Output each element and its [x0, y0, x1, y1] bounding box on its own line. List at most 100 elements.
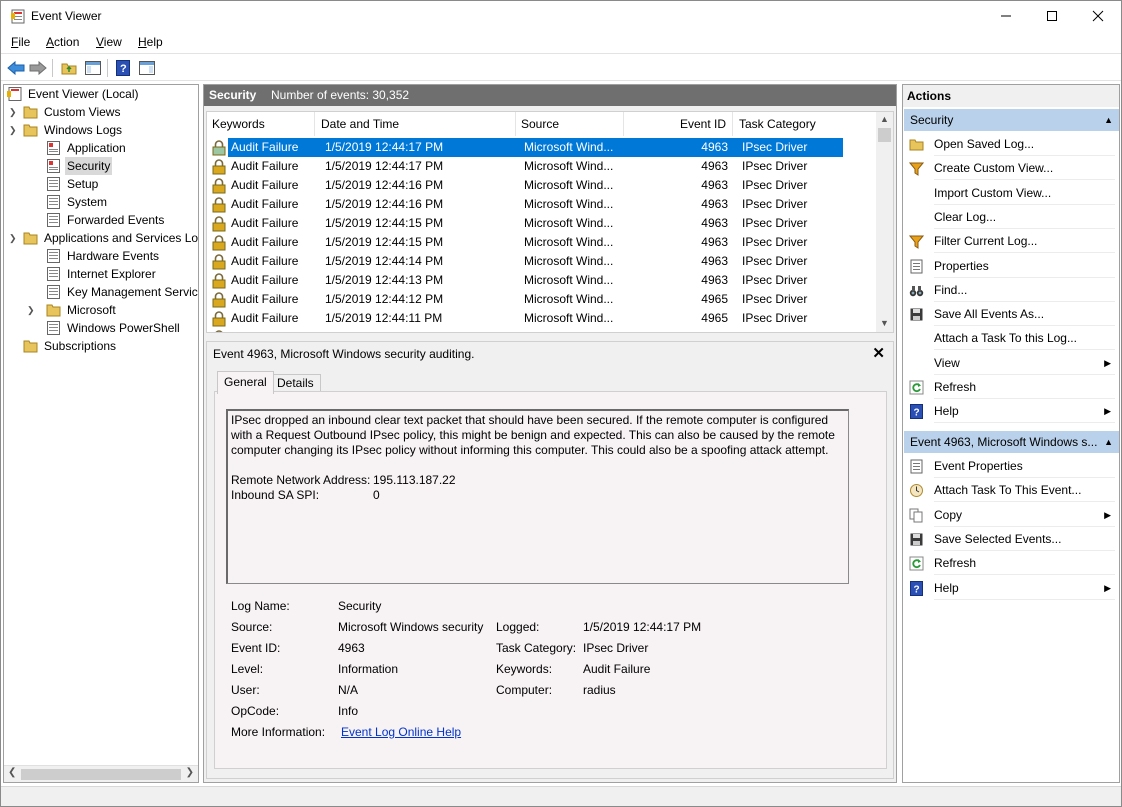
- table-row[interactable]: Audit Failure 1/5/2019 12:44:17 PM Microso…: [207, 157, 877, 176]
- help-button[interactable]: ?: [113, 58, 133, 78]
- inbound-spi-value: 0: [373, 488, 380, 502]
- action-attach-a-task-to-this-log[interactable]: Attach a Task To this Log...: [903, 326, 1119, 351]
- log-icon: [47, 141, 60, 155]
- cell-task: IPsec Driver: [742, 235, 808, 249]
- event-action-help[interactable]: ? Help ▶: [903, 576, 1119, 600]
- chevron-right-icon[interactable]: ❯: [27, 301, 35, 319]
- chevron-right-icon[interactable]: ❯: [9, 103, 17, 121]
- up-button[interactable]: [59, 58, 79, 78]
- scrollbar-thumb[interactable]: [21, 769, 181, 780]
- maximize-button[interactable]: [1029, 1, 1075, 31]
- open-folder-icon: [61, 63, 77, 75]
- action-help[interactable]: ? Help ▶: [903, 399, 1119, 424]
- show-hide-tree-button[interactable]: [83, 58, 103, 78]
- remote-address-value: 195.113.187.22: [373, 473, 456, 487]
- table-row[interactable]: Audit Failure 1/5/2019 12:44:16 PM Microso…: [207, 176, 877, 195]
- log-name-label: Log Name:: [231, 599, 290, 613]
- chevron-down-icon[interactable]: ❯: [9, 121, 17, 139]
- action-filter-current-log[interactable]: Filter Current Log...: [903, 229, 1119, 254]
- back-button[interactable]: [6, 58, 26, 78]
- tab-general[interactable]: General: [217, 371, 274, 394]
- table-row[interactable]: Audit Failure 1/5/2019 12:44:11 PM Microso…: [207, 309, 877, 328]
- event-log-online-help-link[interactable]: Event Log Online Help: [341, 725, 461, 739]
- collapse-up-icon[interactable]: ▲: [1104, 431, 1113, 453]
- scroll-down-icon[interactable]: ▼: [880, 318, 889, 328]
- tree-label: Security: [65, 157, 113, 175]
- event-action-copy[interactable]: Copy ▶: [903, 503, 1119, 527]
- column-header-date-time[interactable]: Date and Time: [315, 112, 516, 136]
- audit-failure-lock-icon: [212, 159, 226, 175]
- forward-button[interactable]: [28, 58, 48, 78]
- table-row[interactable]: Audit Failure 1/5/2019 12:44:10 PM Microso…: [207, 328, 877, 332]
- tree-label: Custom Views: [44, 105, 121, 119]
- table-row[interactable]: Audit Failure 1/5/2019 12:44:15 PM Microso…: [207, 214, 877, 233]
- menu-help[interactable]: Help: [138, 35, 163, 49]
- chevron-down-icon[interactable]: ❯: [9, 229, 17, 247]
- action-find[interactable]: Find...: [903, 278, 1119, 302]
- action-create-custom-view[interactable]: Create Custom View...: [903, 156, 1119, 181]
- action-save-all-events-as[interactable]: Save All Events As...: [903, 302, 1119, 327]
- scroll-left-icon[interactable]: ❮: [8, 767, 16, 778]
- source-label: Source:: [231, 620, 273, 634]
- computer-label: Computer:: [496, 683, 553, 697]
- action-open-saved-log[interactable]: Open Saved Log...: [903, 132, 1119, 156]
- event-action-attach-task-to-this-event[interactable]: Attach Task To This Event...: [903, 478, 1119, 503]
- table-row[interactable]: Audit Failure 1/5/2019 12:44:16 PM Microso…: [207, 195, 877, 214]
- menu-view-label: iew: [103, 35, 122, 49]
- cell-source: Microsoft Wind...: [524, 197, 614, 211]
- action-refresh[interactable]: Refresh: [903, 375, 1119, 399]
- more-information-label: More Information:: [231, 725, 326, 739]
- scroll-right-icon[interactable]: ❯: [186, 767, 194, 778]
- general-tab-body: IPsec dropped an inbound clear text pack…: [214, 391, 887, 769]
- collapse-up-icon[interactable]: ▲: [1104, 109, 1113, 131]
- action-properties[interactable]: Properties: [903, 254, 1119, 278]
- table-row[interactable]: Audit Failure 1/5/2019 12:44:15 PM Microso…: [207, 233, 877, 252]
- column-header-keywords[interactable]: Keywords: [207, 112, 315, 136]
- table-row[interactable]: Audit Failure 1/5/2019 12:44:14 PM Microso…: [207, 252, 877, 271]
- minimize-button[interactable]: [983, 1, 1029, 31]
- actions-section-security[interactable]: Security ▲: [904, 109, 1119, 131]
- status-bar: [1, 786, 1121, 806]
- blank-icon: [909, 210, 924, 225]
- show-hide-action-pane-button[interactable]: [137, 58, 157, 78]
- action-import-custom-view[interactable]: Import Custom View...: [903, 181, 1119, 205]
- tree-label: Subscriptions: [44, 339, 117, 353]
- keywords-value: Audit Failure: [583, 662, 651, 676]
- table-row[interactable]: Audit Failure 1/5/2019 12:44:13 PM Microso…: [207, 271, 877, 290]
- log-name: Security: [209, 88, 257, 102]
- menu-action-accel: A: [46, 35, 55, 49]
- cell-id: 4963: [701, 140, 728, 154]
- column-header-source[interactable]: Source: [516, 112, 624, 136]
- log-icon: [47, 249, 60, 263]
- tree-horizontal-scrollbar[interactable]: ❮ ❯: [4, 765, 198, 782]
- event-list-vertical-scrollbar[interactable]: ▲ ▼: [876, 112, 893, 332]
- open-folder-icon: [909, 139, 924, 151]
- menu-file[interactable]: File: [11, 35, 30, 49]
- scroll-up-icon[interactable]: ▲: [880, 114, 889, 124]
- cell-id: 4963: [701, 254, 728, 268]
- table-row[interactable]: Audit Failure 1/5/2019 12:44:17 PM Microso…: [207, 138, 877, 157]
- event-action-save-selected-events[interactable]: Save Selected Events...: [903, 527, 1119, 551]
- audit-failure-lock-icon: [212, 311, 226, 327]
- folder-icon: [23, 124, 38, 137]
- actions-pane: Actions Security ▲ Open Saved Log... Crea…: [902, 84, 1120, 783]
- event-id-value: 4963: [338, 641, 365, 655]
- event-action-event-properties[interactable]: Event Properties: [903, 454, 1119, 478]
- menu-view[interactable]: View: [96, 35, 122, 49]
- close-detail-icon[interactable]: ✕: [872, 344, 885, 362]
- action-clear-log[interactable]: Clear Log...: [903, 205, 1119, 229]
- scrollbar-thumb[interactable]: [878, 128, 891, 142]
- event-description[interactable]: IPsec dropped an inbound clear text pack…: [226, 409, 849, 584]
- cell-date: 1/5/2019 12:44:17 PM: [325, 159, 444, 173]
- event-action-refresh[interactable]: Refresh: [903, 551, 1119, 576]
- table-row[interactable]: Audit Failure 1/5/2019 12:44:12 PM Microso…: [207, 290, 877, 309]
- column-header-task-category[interactable]: Task Category: [733, 112, 843, 136]
- menu-action[interactable]: Action: [46, 35, 79, 49]
- close-icon: [1092, 10, 1104, 22]
- help-icon: ?: [116, 60, 130, 76]
- close-button[interactable]: [1075, 1, 1121, 31]
- actions-section-event[interactable]: Event 4963, Microsoft Windows s... ▲: [904, 431, 1119, 453]
- column-header-event-id[interactable]: Event ID: [624, 112, 733, 136]
- cell-date: 1/5/2019 12:44:17 PM: [325, 140, 444, 154]
- action-view[interactable]: View ▶: [903, 351, 1119, 375]
